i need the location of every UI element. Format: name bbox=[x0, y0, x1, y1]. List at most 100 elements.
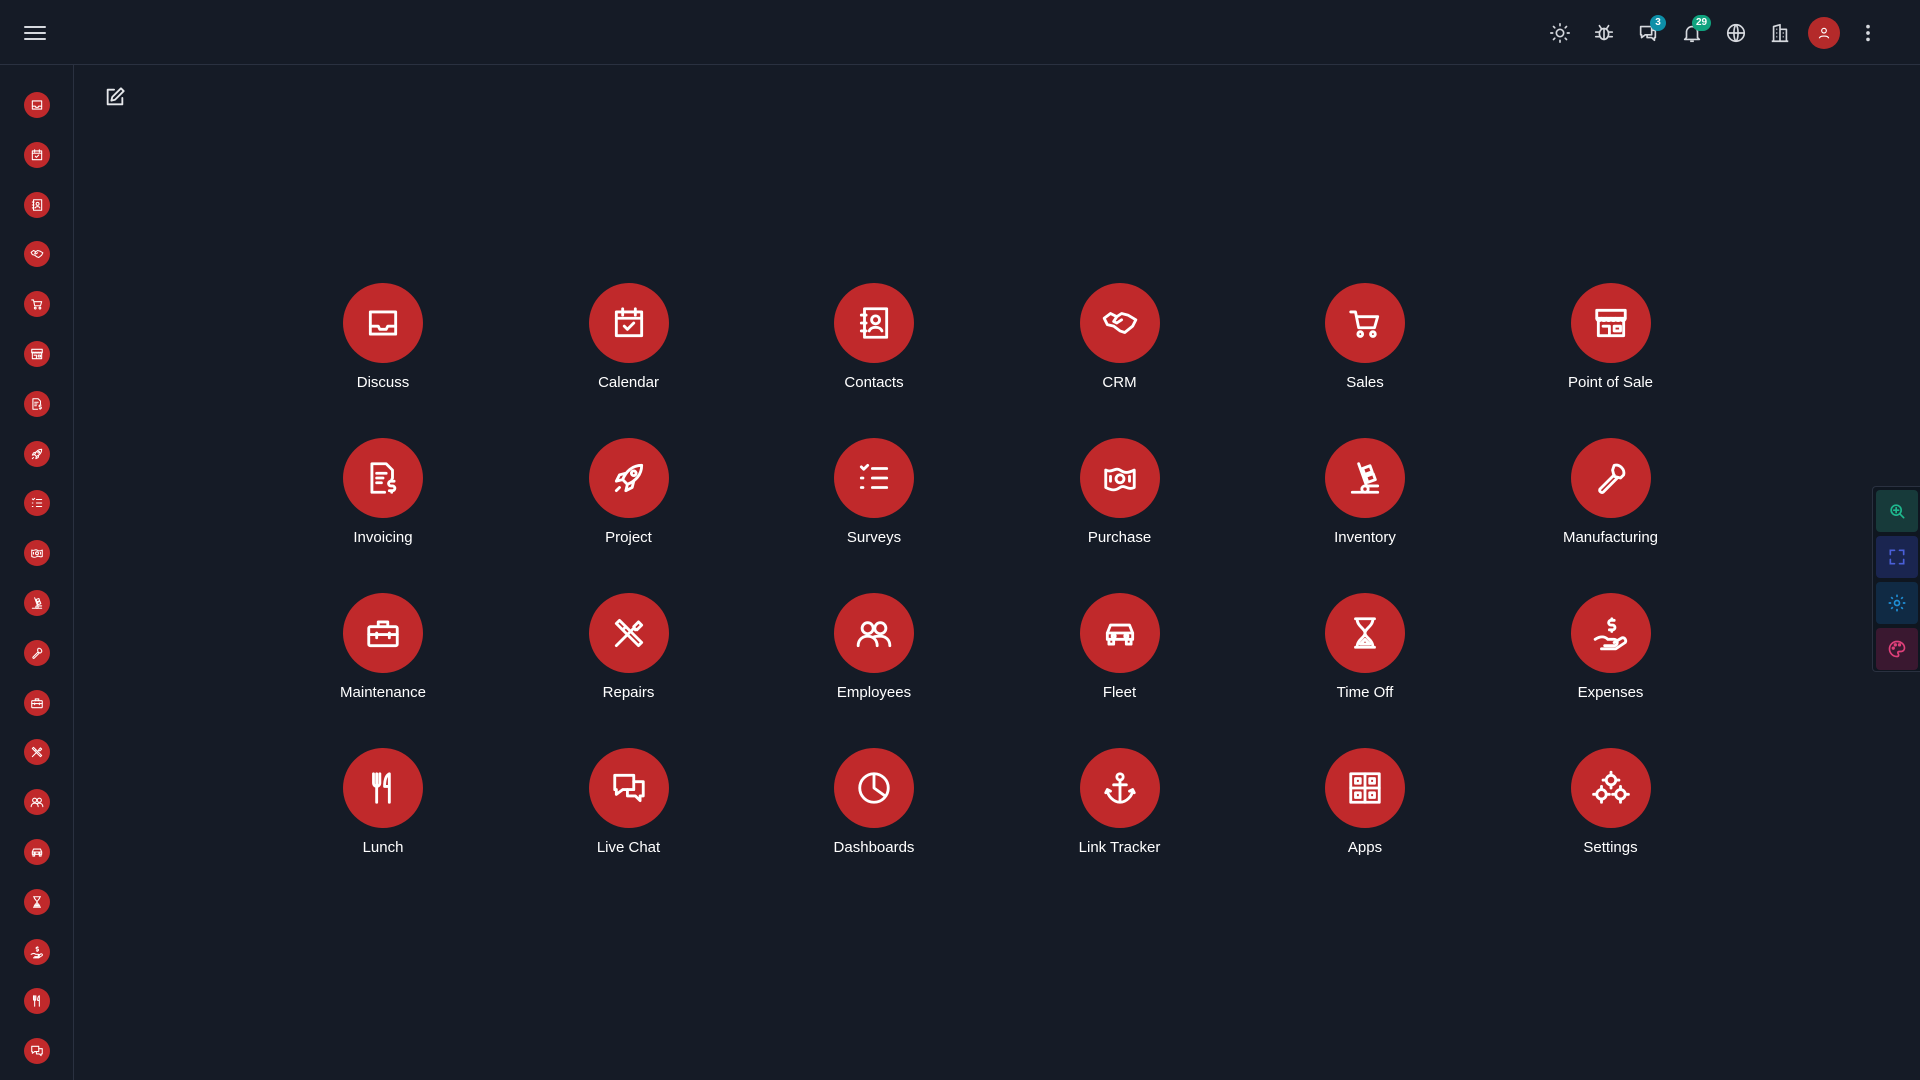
app-icon-circle bbox=[343, 748, 423, 828]
app-label: CRM bbox=[1102, 374, 1137, 391]
app-tile-manufacturing[interactable]: Manufacturing bbox=[1536, 438, 1686, 558]
theme-toggle-button[interactable] bbox=[1538, 13, 1582, 53]
app-tile-surveys[interactable]: Surveys bbox=[799, 438, 949, 558]
app-tile-invoicing[interactable]: Invoicing bbox=[308, 438, 458, 558]
rocket-icon bbox=[31, 448, 43, 459]
rocket-icon bbox=[614, 463, 643, 493]
app-icon-circle bbox=[1570, 283, 1651, 363]
app-label: Discuss bbox=[356, 374, 410, 391]
app-tile-live-chat[interactable]: Live Chat bbox=[554, 748, 704, 868]
rail-item-maintenance[interactable] bbox=[24, 689, 50, 716]
checklist-icon bbox=[31, 498, 43, 508]
app-tile-crm[interactable]: CRM bbox=[1045, 283, 1195, 403]
notifications-badge: 29 bbox=[1692, 15, 1712, 31]
hand-truck-icon bbox=[31, 597, 43, 609]
rail-item-employees[interactable] bbox=[24, 789, 50, 816]
app-tile-repairs[interactable]: Repairs bbox=[554, 593, 704, 713]
car-icon bbox=[1105, 623, 1134, 646]
rail-item-manufacturing[interactable] bbox=[24, 639, 50, 666]
notifications-button[interactable]: 29 bbox=[1670, 13, 1714, 53]
tools-icon bbox=[31, 747, 43, 758]
rail-item-inventory[interactable] bbox=[24, 590, 50, 616]
app-tile-purchase[interactable]: Purchase bbox=[1045, 438, 1195, 558]
debug-button[interactable] bbox=[1582, 13, 1626, 53]
app-tile-apps[interactable]: Apps bbox=[1290, 748, 1440, 868]
rail-item-crm[interactable] bbox=[24, 241, 50, 268]
app-label: Project bbox=[605, 529, 652, 546]
rail-item-contacts[interactable] bbox=[24, 191, 50, 218]
language-button[interactable] bbox=[1714, 13, 1758, 53]
palette-icon bbox=[1888, 640, 1906, 658]
rail-item-time-off[interactable] bbox=[24, 888, 50, 915]
customize-button[interactable] bbox=[1876, 582, 1918, 624]
app-tile-employees[interactable]: Employees bbox=[799, 593, 949, 713]
app-label: Fleet bbox=[1102, 684, 1137, 701]
app-tile-point-of-sale[interactable]: Point of Sale bbox=[1536, 283, 1686, 403]
app-icon-circle bbox=[1325, 283, 1405, 363]
rail-item-live-chat[interactable] bbox=[24, 1038, 50, 1065]
calendar-check-icon bbox=[614, 307, 643, 338]
store-icon bbox=[31, 348, 43, 360]
hand-dollar-icon bbox=[1593, 617, 1627, 651]
zoom-in-button[interactable] bbox=[1876, 490, 1918, 532]
app-tile-maintenance[interactable]: Maintenance bbox=[308, 593, 458, 713]
app-tile-sales[interactable]: Sales bbox=[1290, 283, 1440, 403]
app-label: Time Off bbox=[1336, 684, 1394, 701]
wrench-icon bbox=[1597, 463, 1625, 494]
app-tile-calendar[interactable]: Calendar bbox=[554, 283, 704, 403]
invoice-dollar-icon bbox=[32, 398, 42, 410]
gear-icon bbox=[1888, 594, 1906, 612]
app-tile-dashboards[interactable]: Dashboards bbox=[799, 748, 949, 868]
app-tile-fleet[interactable]: Fleet bbox=[1045, 593, 1195, 713]
app-icon-circle bbox=[343, 438, 423, 518]
app-tile-time-off[interactable]: Time Off bbox=[1290, 593, 1440, 713]
rail-item-repairs[interactable] bbox=[24, 739, 50, 766]
globe-icon bbox=[1726, 23, 1746, 43]
rail-item-expenses[interactable] bbox=[24, 938, 50, 965]
app-icon-circle bbox=[1570, 748, 1651, 828]
app-tile-discuss[interactable]: Discuss bbox=[308, 283, 458, 403]
app-tile-lunch[interactable]: Lunch bbox=[308, 748, 458, 868]
app-icon-circle bbox=[1570, 438, 1651, 518]
rail-item-fleet[interactable] bbox=[24, 839, 50, 865]
rail-item-lunch[interactable] bbox=[24, 988, 50, 1015]
menu-toggle-icon[interactable] bbox=[22, 22, 48, 44]
app-tile-inventory[interactable]: Inventory bbox=[1290, 438, 1440, 558]
app-label: Settings bbox=[1583, 839, 1638, 856]
app-icon-circle bbox=[1325, 593, 1405, 673]
app-label: Inventory bbox=[1334, 529, 1396, 546]
app-label: Contacts bbox=[844, 374, 904, 391]
kebab-icon bbox=[1866, 24, 1870, 42]
rail-item-project[interactable] bbox=[24, 440, 50, 467]
app-label: Sales bbox=[1346, 374, 1384, 391]
more-options-button[interactable] bbox=[1846, 13, 1890, 53]
app-label: Expenses bbox=[1577, 684, 1644, 701]
rail-item-calendar[interactable] bbox=[24, 141, 50, 168]
app-tile-expenses[interactable]: Expenses bbox=[1536, 593, 1686, 713]
handshake-icon bbox=[1102, 312, 1137, 334]
fullscreen-button[interactable] bbox=[1876, 536, 1918, 578]
rail-item-sales[interactable] bbox=[24, 291, 50, 318]
user-menu-button[interactable] bbox=[1802, 13, 1846, 53]
app-tile-contacts[interactable]: Contacts bbox=[799, 283, 949, 403]
rail-item-surveys[interactable] bbox=[24, 490, 50, 517]
app-icon-circle bbox=[1079, 438, 1160, 518]
handshake-icon bbox=[30, 250, 44, 259]
app-icon-circle bbox=[1325, 748, 1405, 828]
calendar-check-icon bbox=[31, 149, 43, 160]
toolbox-icon bbox=[367, 620, 399, 648]
rail-item-purchase[interactable] bbox=[24, 540, 50, 567]
app-tile-settings[interactable]: Settings bbox=[1536, 748, 1686, 868]
messages-button[interactable]: 3 bbox=[1626, 13, 1670, 53]
edit-layout-button[interactable] bbox=[104, 86, 126, 108]
utensils-icon bbox=[372, 772, 391, 804]
rail-item-point-of-sale[interactable] bbox=[24, 341, 50, 367]
app-tile-link-tracker[interactable]: Link Tracker bbox=[1045, 748, 1195, 868]
rail-item-discuss[interactable] bbox=[24, 92, 50, 118]
theme-palette-button[interactable] bbox=[1876, 628, 1918, 670]
app-icon-circle bbox=[1079, 593, 1160, 673]
app-label: Lunch bbox=[362, 839, 404, 856]
rail-item-invoicing[interactable] bbox=[24, 390, 50, 417]
app-tile-project[interactable]: Project bbox=[554, 438, 704, 558]
company-switcher-button[interactable] bbox=[1758, 13, 1802, 53]
